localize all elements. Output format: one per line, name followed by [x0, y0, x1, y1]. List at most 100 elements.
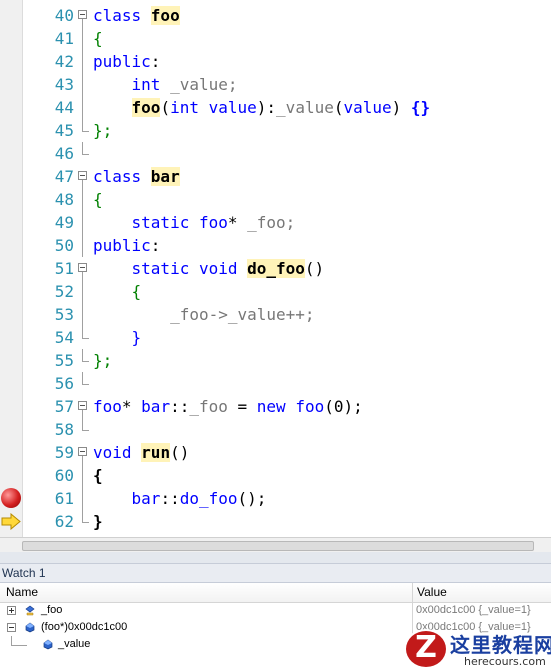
code-token: *	[227, 213, 248, 232]
code-token: foo	[285, 397, 325, 416]
code-token: run	[141, 443, 171, 462]
code-line[interactable]: 52 {	[0, 280, 551, 303]
line-number: 52	[54, 282, 74, 301]
code-line[interactable]: 58	[0, 418, 551, 441]
line-number: 40	[54, 6, 74, 25]
fold-end	[78, 372, 90, 395]
code-line[interactable]: 49 static foo* _foo;	[0, 211, 551, 234]
code-line[interactable]: 43 int _value;	[0, 73, 551, 96]
code-text: int _value;	[93, 73, 238, 96]
code-token: foo	[150, 6, 180, 25]
column-header-name[interactable]: Name	[0, 583, 413, 602]
line-number: 43	[54, 75, 74, 94]
expand-icon[interactable]	[7, 606, 16, 615]
code-text: }	[93, 326, 142, 349]
line-number: 53	[54, 305, 74, 324]
code-line[interactable]: 61 bar::do_foo();	[0, 487, 551, 510]
line-number: 60	[54, 466, 74, 485]
code-text: void run()	[93, 441, 189, 464]
code-line[interactable]: 47 class bar	[0, 165, 551, 188]
fold-collapse-icon[interactable]	[78, 165, 90, 188]
code-token: static	[131, 259, 190, 278]
code-line[interactable]: 62}	[0, 510, 551, 533]
code-token: static	[131, 213, 190, 232]
watch-item-name: (foo*)0x00dc1c00	[41, 621, 128, 633]
code-text: }	[93, 510, 103, 533]
fold-end	[78, 349, 90, 372]
watermark-logo-letter: Z	[415, 630, 437, 665]
code-line[interactable]: 57 foo* bar::_foo = new foo(0);	[0, 395, 551, 418]
code-token: ):	[256, 98, 277, 117]
code-token: public	[93, 236, 151, 255]
code-token: bar	[150, 167, 180, 186]
horizontal-scrollbar[interactable]	[0, 537, 551, 552]
line-number: 57	[54, 397, 74, 416]
code-text: {	[93, 464, 103, 487]
fold-guide	[78, 188, 90, 211]
code-line[interactable]: 56	[0, 372, 551, 395]
code-token: =	[227, 397, 257, 416]
code-token: do_foo	[179, 489, 238, 508]
line-number: 44	[54, 98, 74, 117]
code-text: foo(int value):_value(value) {}	[93, 96, 430, 119]
code-line[interactable]: 40 class foo	[0, 4, 551, 27]
code-token: value	[343, 98, 392, 117]
code-line[interactable]: 48 {	[0, 188, 551, 211]
code-line[interactable]: 44 foo(int value):_value(value) {}	[0, 96, 551, 119]
line-number: 61	[54, 489, 74, 508]
watch-name-cell[interactable]: (foo*)0x00dc1c00	[0, 619, 413, 636]
line-number: 46	[54, 144, 74, 163]
code-line[interactable]: 54 }	[0, 326, 551, 349]
fold-collapse-icon[interactable]	[78, 4, 90, 27]
code-token: :	[150, 52, 161, 71]
watch-header: Name Value	[0, 583, 551, 603]
code-line[interactable]: 59 void run()	[0, 441, 551, 464]
code-token: _foo->_value++;	[170, 305, 315, 324]
code-line[interactable]: 53 _foo->_value++;	[0, 303, 551, 326]
fold-collapse-icon[interactable]	[78, 395, 90, 418]
code-text: foo* bar::_foo = new foo(0);	[93, 395, 363, 418]
code-line[interactable]: 46	[0, 142, 551, 165]
code-text: static void do_foo()	[93, 257, 324, 280]
scrollbar-thumb[interactable]	[22, 541, 534, 551]
watch-item-value[interactable]: 0x00dc1c00 {_value=1}	[416, 602, 531, 619]
collapse-icon[interactable]	[7, 623, 16, 632]
fold-guide	[78, 96, 90, 119]
code-token: bar	[131, 489, 161, 508]
watch-row[interactable]: _foo 0x00dc1c00 {_value=1}	[0, 602, 551, 619]
breakpoint-icon[interactable]	[1, 488, 21, 508]
line-number: 41	[54, 29, 74, 48]
code-token: ()	[304, 259, 325, 278]
code-line[interactable]: 42 public:	[0, 50, 551, 73]
column-header-value[interactable]: Value	[413, 583, 551, 602]
fold-collapse-icon[interactable]	[78, 441, 90, 464]
code-line[interactable]: 50 public:	[0, 234, 551, 257]
fold-end	[78, 142, 90, 165]
code-text: class foo	[93, 4, 180, 27]
code-line[interactable]: 41 {	[0, 27, 551, 50]
code-line[interactable]: 60 {	[0, 464, 551, 487]
code-token: int	[170, 98, 199, 117]
line-number: 49	[54, 213, 74, 232]
fold-guide	[78, 280, 90, 303]
code-token: int	[131, 75, 161, 94]
code-text: bar::do_foo();	[93, 487, 267, 510]
tree-line	[11, 636, 12, 645]
code-token: _foo	[189, 397, 228, 416]
panel-splitter[interactable]	[0, 552, 551, 563]
watch-name-cell[interactable]: _value	[0, 636, 413, 653]
code-line[interactable]: 55};	[0, 349, 551, 372]
code-token: ::	[170, 397, 190, 416]
watermark-url: herecours.com	[464, 655, 546, 668]
watch-name-cell[interactable]: _foo	[0, 602, 413, 619]
fold-collapse-icon[interactable]	[78, 257, 90, 280]
code-editor[interactable]: 40 class foo 41{42 public: 43 int _value; 44 …	[0, 0, 551, 537]
code-line[interactable]: 45};	[0, 119, 551, 142]
code-token: }	[93, 512, 103, 531]
code-token: _value;	[160, 75, 238, 94]
code-line[interactable]: 51 static void do_foo()	[0, 257, 551, 280]
fold-end	[78, 119, 90, 142]
